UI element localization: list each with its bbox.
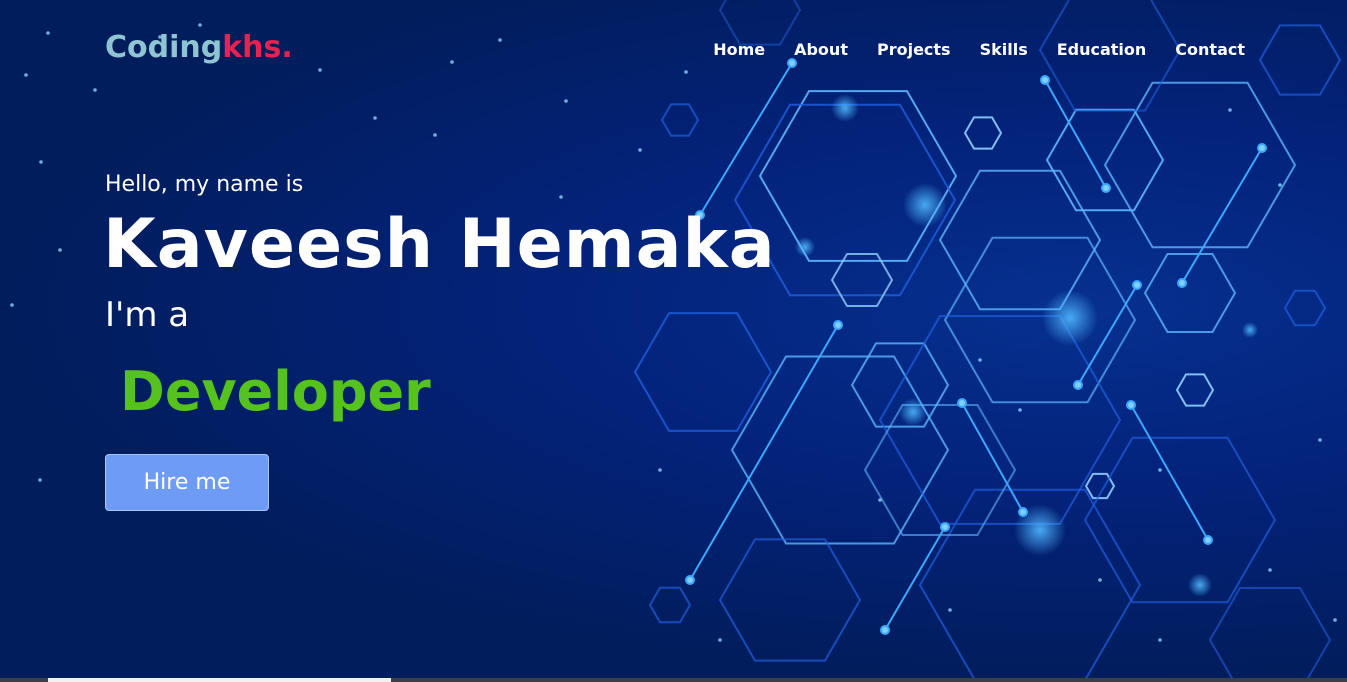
star-dot bbox=[684, 70, 688, 74]
star-dot bbox=[1158, 468, 1162, 472]
hexagon-shape bbox=[1083, 436, 1277, 604]
network-node bbox=[957, 398, 967, 408]
glow-spot bbox=[1014, 504, 1066, 556]
network-node bbox=[833, 320, 843, 330]
hero-role: Developer bbox=[120, 360, 431, 423]
hexagon-shape bbox=[660, 103, 700, 137]
network-line bbox=[1181, 147, 1263, 284]
glow-spot bbox=[795, 237, 815, 257]
nav-projects[interactable]: Projects bbox=[877, 40, 951, 59]
star-dot bbox=[978, 358, 982, 362]
star-dot bbox=[498, 38, 502, 42]
hexagon-shape bbox=[633, 312, 773, 432]
hexagon-shape bbox=[648, 586, 692, 624]
glow-spot bbox=[1242, 322, 1258, 338]
star-dot bbox=[24, 73, 28, 77]
hexagon-shape bbox=[718, 538, 862, 662]
star-dot bbox=[1018, 408, 1022, 412]
network-line bbox=[1130, 404, 1209, 541]
star-dot bbox=[1228, 108, 1232, 112]
star-dot bbox=[658, 468, 662, 472]
horizontal-scrollbar[interactable] bbox=[0, 678, 1347, 682]
glow-spot bbox=[831, 94, 859, 122]
glow-spot bbox=[899, 398, 927, 426]
star-dot bbox=[1318, 438, 1322, 442]
network-node bbox=[1101, 183, 1111, 193]
network-node bbox=[1257, 143, 1267, 153]
network-line bbox=[699, 62, 793, 216]
logo-text-khs: khs. bbox=[222, 30, 293, 65]
star-dot bbox=[38, 478, 42, 482]
network-node bbox=[1040, 75, 1050, 85]
glow-spot bbox=[1188, 573, 1212, 597]
nav-contact[interactable]: Contact bbox=[1175, 40, 1245, 59]
star-dot bbox=[718, 638, 722, 642]
star-dot bbox=[1268, 568, 1272, 572]
star-dot bbox=[878, 498, 882, 502]
nav-skills[interactable]: Skills bbox=[980, 40, 1028, 59]
star-dot bbox=[93, 88, 97, 92]
network-node bbox=[685, 575, 695, 585]
hexagon-shape bbox=[1143, 253, 1237, 333]
star-dot bbox=[58, 248, 62, 252]
network-node bbox=[880, 625, 890, 635]
star-dot bbox=[198, 23, 202, 27]
network-node bbox=[1132, 280, 1142, 290]
hexagon-network-background bbox=[10, 0, 1342, 682]
glow-spot bbox=[1042, 290, 1098, 346]
hexagon-shape bbox=[1258, 24, 1342, 96]
hero-page: Codingkhs. Home About Projects Skills Ed… bbox=[0, 0, 1347, 682]
star-dot bbox=[10, 303, 14, 307]
network-line bbox=[689, 324, 839, 581]
hero-greeting: Hello, my name is bbox=[105, 172, 304, 197]
hexagon-shape bbox=[1045, 108, 1165, 212]
nav-about[interactable]: About bbox=[794, 40, 848, 59]
hire-me-button[interactable]: Hire me bbox=[105, 454, 269, 511]
star-dot bbox=[39, 160, 43, 164]
star-dot bbox=[564, 99, 568, 103]
site-logo[interactable]: Codingkhs. bbox=[105, 30, 293, 65]
hexagon-shape bbox=[1283, 289, 1327, 327]
hero-name: Kaveesh Hemaka bbox=[103, 205, 776, 284]
star-dot bbox=[450, 60, 454, 64]
hexagon-shape bbox=[758, 90, 958, 262]
star-dot bbox=[318, 68, 322, 72]
glow-spot bbox=[903, 183, 947, 227]
network-node bbox=[940, 522, 950, 532]
nav-education[interactable]: Education bbox=[1057, 40, 1147, 59]
star-dot bbox=[1333, 618, 1337, 622]
hexagon-shape bbox=[963, 116, 1003, 150]
star-dot bbox=[1158, 638, 1162, 642]
star-dot bbox=[1278, 183, 1282, 187]
star-dot bbox=[373, 116, 377, 120]
network-node bbox=[1126, 400, 1136, 410]
star-dot bbox=[638, 148, 642, 152]
star-dot bbox=[46, 31, 50, 35]
nav-home[interactable]: Home bbox=[713, 40, 765, 59]
hexagon-shape bbox=[1175, 373, 1215, 407]
star-dot bbox=[948, 608, 952, 612]
hero-role-prefix: I'm a bbox=[105, 295, 190, 335]
star-dot bbox=[1098, 578, 1102, 582]
star-dot bbox=[433, 133, 437, 137]
network-node bbox=[787, 58, 797, 68]
hexagon-shape bbox=[1103, 81, 1297, 249]
hexagon-shape bbox=[943, 236, 1137, 404]
main-nav: Home About Projects Skills Education Con… bbox=[684, 40, 1245, 59]
network-node bbox=[1073, 380, 1083, 390]
network-node bbox=[1203, 535, 1213, 545]
logo-text-coding: Coding bbox=[105, 30, 223, 65]
hexagon-shape bbox=[863, 404, 1017, 536]
scrollbar-thumb[interactable] bbox=[48, 678, 391, 682]
network-node bbox=[1177, 278, 1187, 288]
hexagon-shape bbox=[718, 0, 802, 46]
star-dot bbox=[559, 195, 563, 199]
